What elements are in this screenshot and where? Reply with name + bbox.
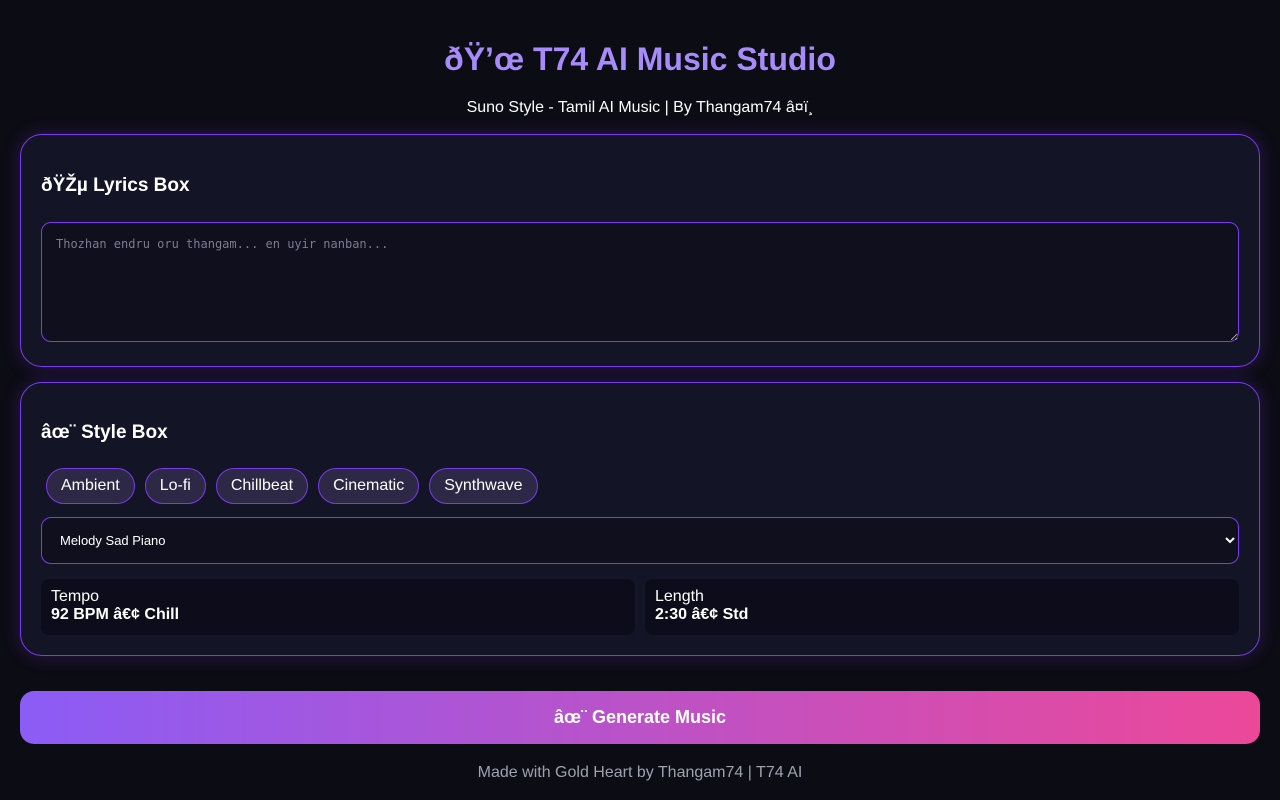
style-chip-chillbeat[interactable]: Chillbeat (215, 468, 309, 504)
length-stat: Length 2:30 â€¢ Std (645, 579, 1239, 635)
generate-music-button[interactable]: âœ¨ Generate Music (20, 691, 1260, 744)
page-title: ðŸ’œ T74 AI Music Studio (444, 41, 836, 77)
length-label: Length (655, 588, 704, 605)
style-chips: Ambient Lo-fi Chillbeat Cinematic Synthw… (46, 468, 538, 504)
style-chip-synthwave[interactable]: Synthwave (429, 468, 538, 504)
style-chip-lofi[interactable]: Lo-fi (144, 468, 206, 504)
tempo-stat: Tempo 92 BPM â€¢ Chill (41, 579, 635, 635)
style-chip-ambient[interactable]: Ambient (46, 468, 135, 504)
lyrics-card: ðŸŽµ Lyrics Box (20, 134, 1260, 367)
lyrics-input[interactable] (41, 222, 1239, 342)
page-subtitle: Suno Style - Tamil AI Music | By Thangam… (466, 99, 814, 116)
style-card: âœ¨ Style Box Ambient Lo-fi Chillbeat Ci… (20, 382, 1260, 656)
footer-text: Made with Gold Heart by Thangam74 | T74 … (477, 764, 803, 781)
style-card-title: âœ¨ Style Box (41, 422, 168, 443)
length-value: 2:30 â€¢ Std (655, 606, 749, 623)
lyrics-card-title: ðŸŽµ Lyrics Box (41, 175, 190, 196)
style-chip-cinematic[interactable]: Cinematic (318, 468, 420, 504)
tempo-value: 92 BPM â€¢ Chill (51, 606, 180, 623)
tempo-label: Tempo (51, 588, 100, 605)
style-select[interactable]: Melody Sad Piano (41, 517, 1239, 564)
